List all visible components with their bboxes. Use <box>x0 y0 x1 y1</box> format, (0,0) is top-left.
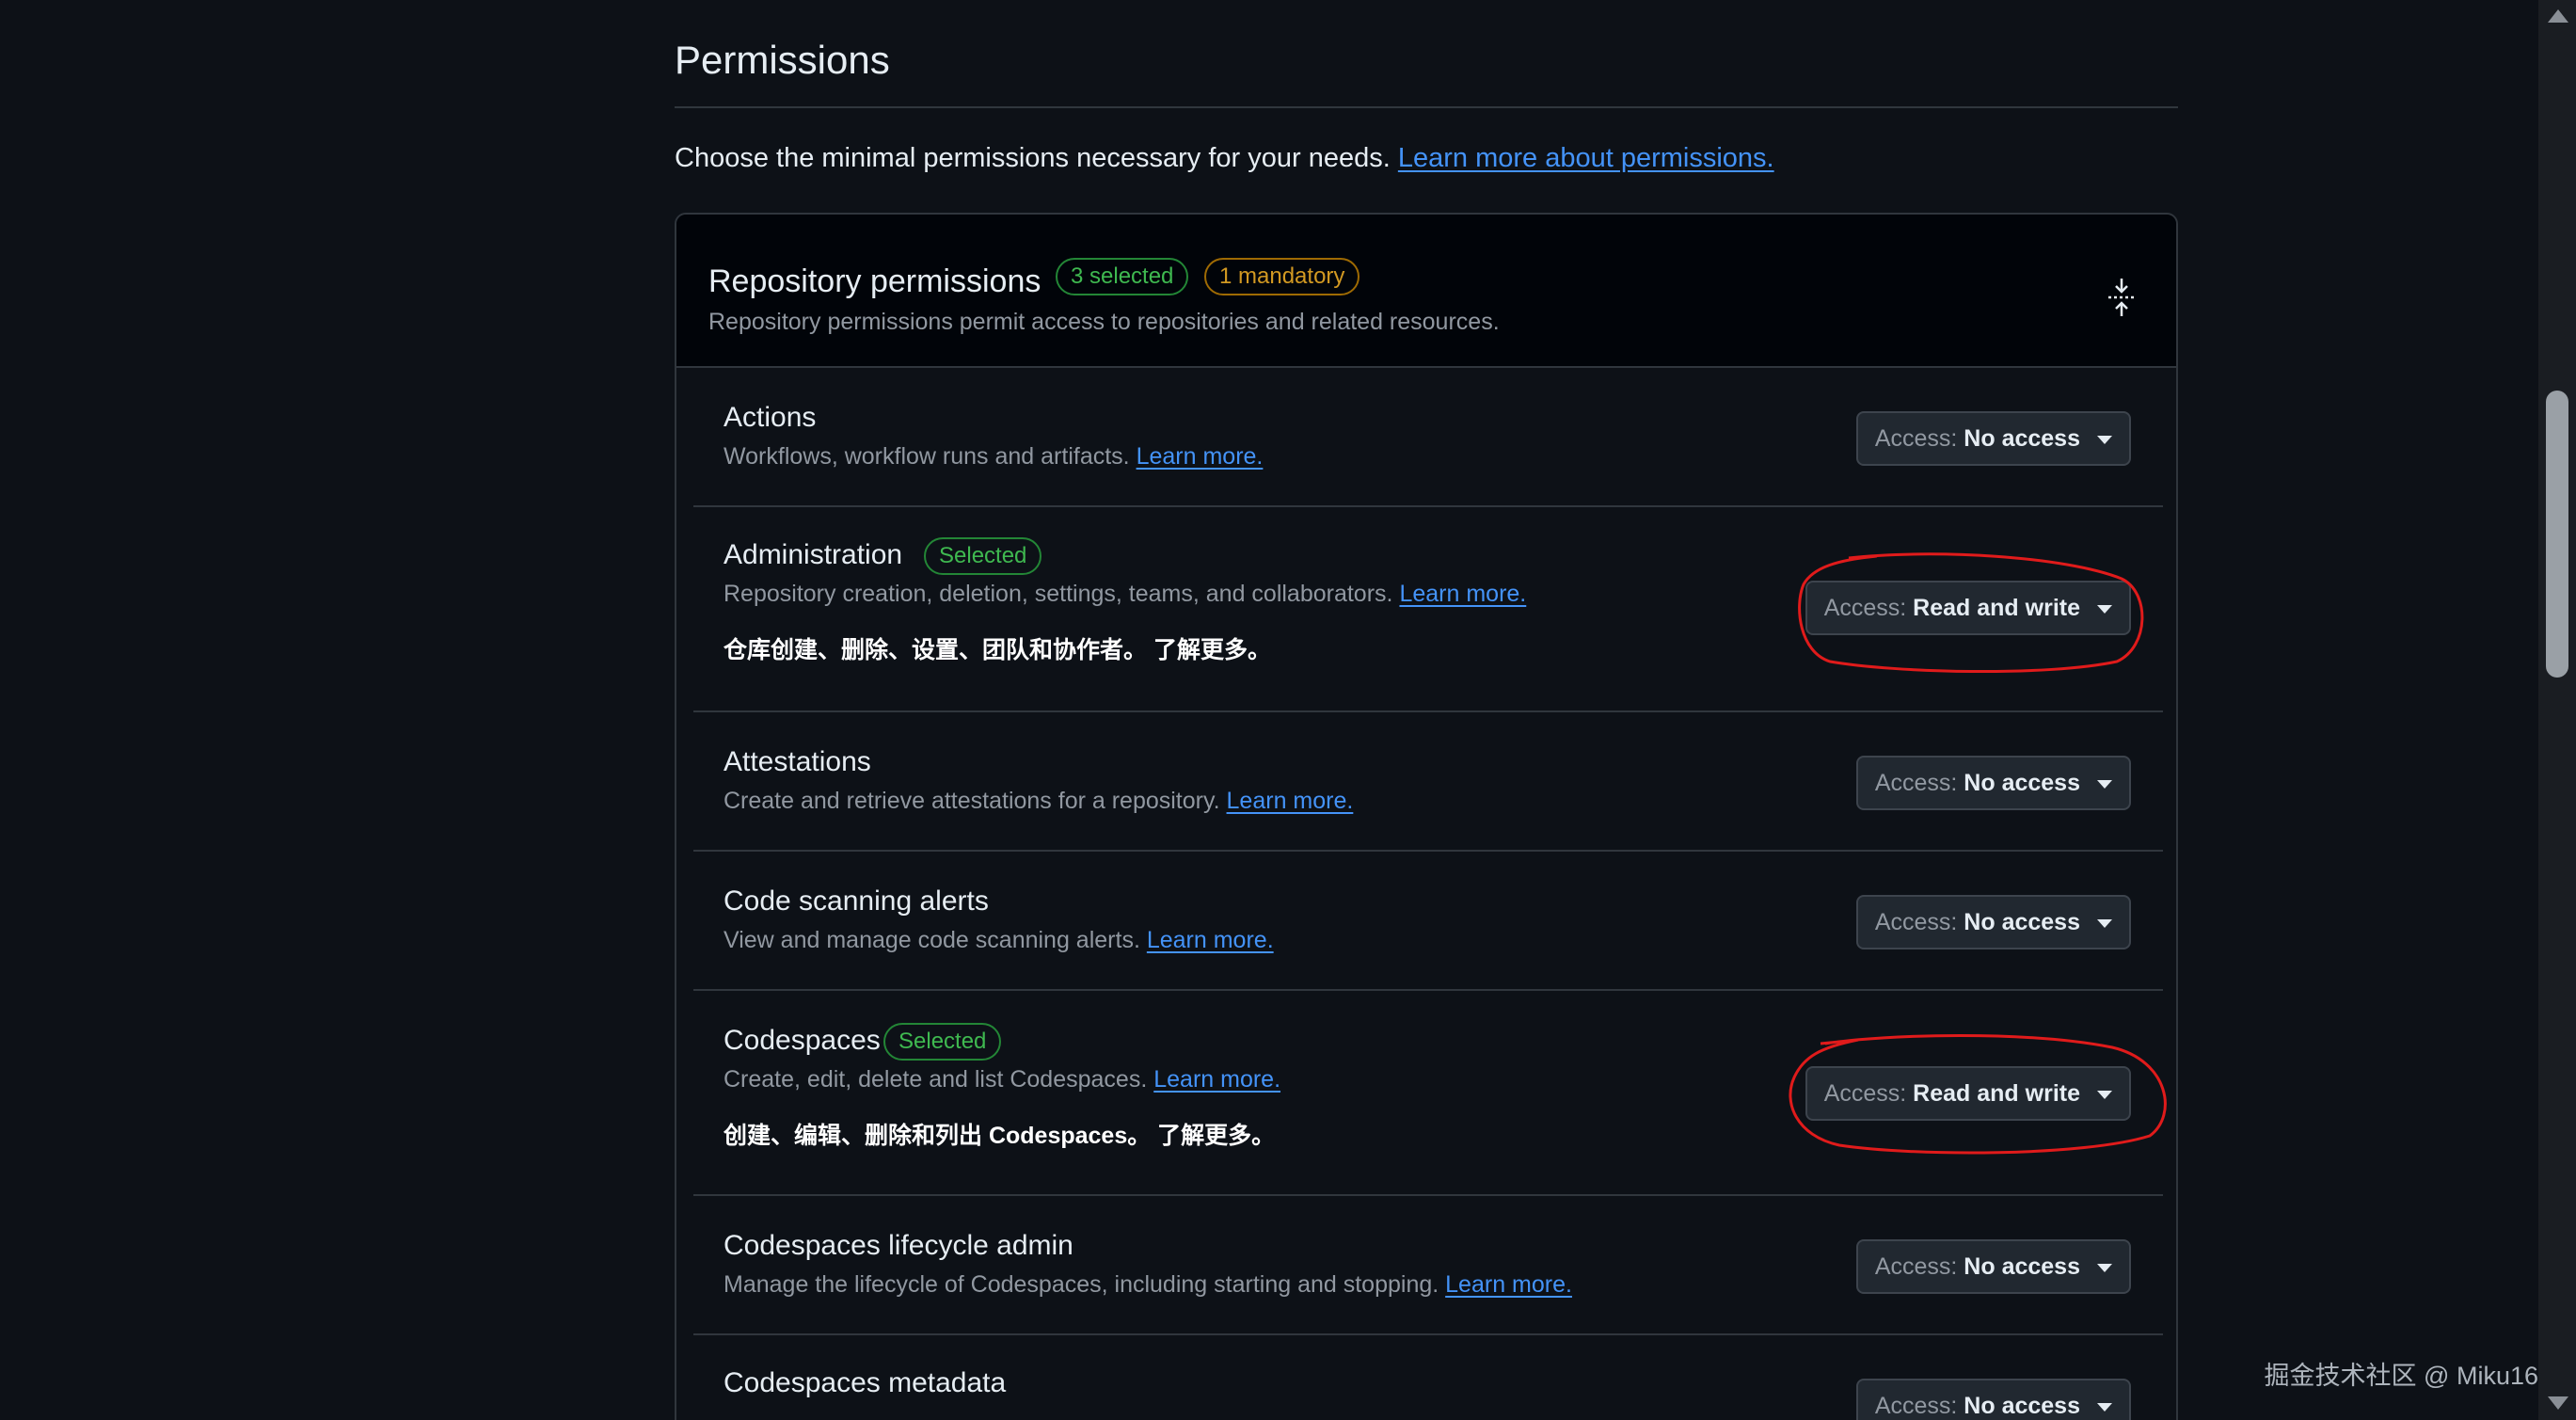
description-text: Manage the lifecycle of Codespaces, incl… <box>724 1271 1439 1298</box>
translation-text: 创建、编辑、删除和列出 Codespaces。 了解更多。 <box>724 1123 1276 1149</box>
access-label: Access: <box>1874 909 1958 935</box>
intro-text: Choose the minimal permissions necessary… <box>675 143 1774 174</box>
access-value: No access <box>1964 1253 2080 1280</box>
description-text: Workflows, workflow runs and artifacts. <box>724 443 1130 470</box>
permission-name: Codespaces lifecycle admin <box>724 1230 1073 1261</box>
translation-text: 仓库创建、删除、设置、团队和协作者。 了解更多。 <box>724 637 1271 663</box>
caret-down-icon <box>2097 1403 2112 1412</box>
caret-down-icon <box>2097 1264 2112 1272</box>
access-label: Access: <box>1823 595 1907 621</box>
permission-description: Create and retrieve attestations for a r… <box>724 788 1353 815</box>
caret-down-icon <box>2097 780 2112 789</box>
access-dropdown-code-scanning-alerts[interactable]: Access: No access <box>1855 895 2131 949</box>
collapse-icon[interactable] <box>2105 277 2139 318</box>
permission-row-codespaces: Codespaces Selected Create, edit, delete… <box>693 991 2163 1196</box>
access-dropdown-administration[interactable]: Access: Read and write <box>1805 581 2131 635</box>
permission-description: Repository creation, deletion, settings,… <box>724 581 1526 608</box>
access-label: Access: <box>1874 1393 1958 1419</box>
access-value: Read and write <box>1913 1080 2080 1107</box>
description-text: View and manage code scanning alerts. <box>724 927 1140 953</box>
permission-name: Codespaces metadata <box>724 1367 1007 1398</box>
panel-header: Repository permissions 3 selected 1 mand… <box>676 215 2176 368</box>
access-value: No access <box>1964 770 2080 796</box>
permission-name: Codespaces <box>724 1025 881 1056</box>
learn-more-link[interactable]: Learn more. <box>1147 927 1274 953</box>
page: Permissions Choose the minimal permissio… <box>0 0 2576 1420</box>
page-title: Permissions <box>675 38 890 82</box>
selected-count-badge: 3 selected <box>1056 258 1189 295</box>
access-label: Access: <box>1874 770 1958 796</box>
scrollbar[interactable] <box>2538 0 2576 1420</box>
permission-description: Manage the lifecycle of Codespaces, incl… <box>724 1271 1572 1299</box>
learn-more-link[interactable]: Learn more. <box>1153 1066 1280 1093</box>
caret-down-icon <box>2097 436 2112 444</box>
access-value: No access <box>1964 1393 2080 1419</box>
repository-permissions-panel: Repository permissions 3 selected 1 mand… <box>675 213 2178 1420</box>
permission-description: Workflows, workflow runs and artifacts. … <box>724 443 1263 471</box>
permission-description: Create, edit, delete and list Codespaces… <box>724 1066 1280 1093</box>
permission-name: Code scanning alerts <box>724 886 989 917</box>
caret-down-icon <box>2097 919 2112 928</box>
learn-more-link[interactable]: Learn more. <box>1227 788 1354 814</box>
learn-more-link[interactable]: Learn more. <box>1137 443 1264 470</box>
scrollbar-thumb[interactable] <box>2546 391 2568 678</box>
access-value: No access <box>1964 909 2080 935</box>
description-text: Create and retrieve attestations for a r… <box>724 788 1220 814</box>
access-value: No access <box>1964 425 2080 452</box>
access-value: Read and write <box>1913 595 2080 621</box>
scroll-up-icon[interactable] <box>2548 9 2568 23</box>
selected-badge: Selected <box>924 537 1042 575</box>
mandatory-count-badge: 1 mandatory <box>1204 258 1360 295</box>
permission-name: Actions <box>724 402 817 433</box>
access-dropdown-actions[interactable]: Access: No access <box>1855 411 2131 466</box>
scroll-down-icon[interactable] <box>2548 1396 2568 1410</box>
access-dropdown-attestations[interactable]: Access: No access <box>1855 756 2131 810</box>
learn-more-link[interactable]: Learn more. <box>1399 581 1526 607</box>
access-label: Access: <box>1874 425 1958 452</box>
permission-row-administration: Administration Selected Repository creat… <box>693 507 2163 712</box>
permission-description: View and manage code scanning alerts. Le… <box>724 927 1274 954</box>
permission-row-actions: Actions Workflows, workflow runs and art… <box>693 370 2163 507</box>
panel-subtitle: Repository permissions permit access to … <box>708 309 1500 335</box>
learn-more-link[interactable]: Learn more. <box>1445 1271 1572 1298</box>
divider <box>675 106 2178 108</box>
permission-name: Administration <box>724 539 903 570</box>
description-text: Create, edit, delete and list Codespaces… <box>724 1066 1148 1093</box>
permission-row-codespaces-metadata: Codespaces metadata Access: No access <box>693 1335 2163 1420</box>
intro-label: Choose the minimal permissions necessary… <box>675 143 1391 173</box>
caret-down-icon <box>2097 605 2112 614</box>
learn-more-permissions-link[interactable]: Learn more about permissions. <box>1398 143 1774 173</box>
description-text: Repository creation, deletion, settings,… <box>724 581 1393 607</box>
caret-down-icon <box>2097 1091 2112 1099</box>
panel-title: Repository permissions <box>708 263 1042 299</box>
permission-name: Attestations <box>724 746 871 777</box>
access-label: Access: <box>1874 1253 1958 1280</box>
permission-row-codespaces-lifecycle-admin: Codespaces lifecycle admin Manage the li… <box>693 1196 2163 1335</box>
access-dropdown-codespaces-metadata[interactable]: Access: No access <box>1855 1379 2131 1420</box>
access-label: Access: <box>1823 1080 1907 1107</box>
permission-row-code-scanning-alerts: Code scanning alerts View and manage cod… <box>693 852 2163 991</box>
selected-badge: Selected <box>883 1023 1002 1061</box>
access-dropdown-codespaces-lifecycle-admin[interactable]: Access: No access <box>1855 1239 2131 1294</box>
access-dropdown-codespaces[interactable]: Access: Read and write <box>1805 1066 2131 1121</box>
watermark: 掘金技术社区 @ Miku16 <box>2264 1362 2538 1390</box>
permission-row-attestations: Attestations Create and retrieve attesta… <box>693 712 2163 852</box>
